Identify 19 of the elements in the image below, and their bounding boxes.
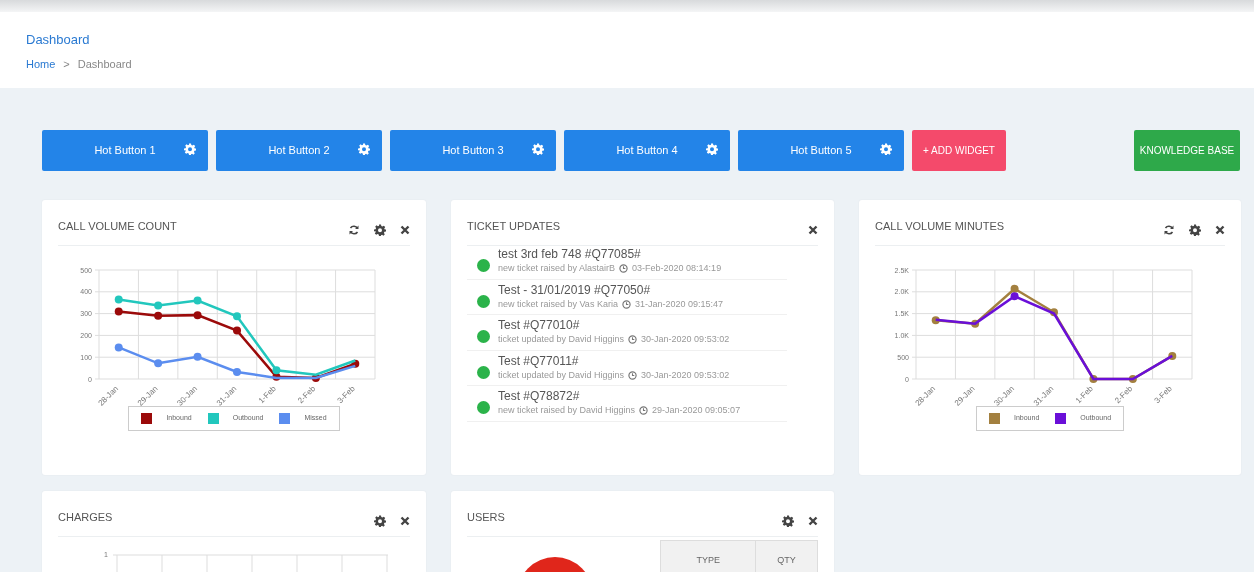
widget-title: CALL VOLUME COUNT	[58, 219, 177, 235]
table-header: TYPE	[660, 540, 756, 572]
ticket-time: 31-Jan-2020 09:15:47	[634, 297, 723, 311]
ticket-time: 03-Feb-2020 08:14:19	[632, 262, 722, 275]
ticket-description: ticket updated by David Higgins	[498, 333, 625, 346]
widget-title: USERS	[467, 510, 505, 526]
ticket-time: 30-Jan-2020 09:53:02	[641, 368, 730, 382]
ticket-time: 29-Jan-2020 09:05:07	[652, 404, 741, 417]
widget-title: CHARGES	[58, 510, 113, 526]
table-header: QTY	[755, 540, 818, 572]
ticket-time: 30-Jan-2020 09:53:02	[641, 333, 730, 346]
widget-title: TICKET UPDATES	[467, 219, 561, 235]
page-title: Dashboard	[26, 31, 91, 49]
ticket-description: new ticket raised by David Higgins	[498, 404, 636, 417]
ticket-description: new ticket raised by AlastairB	[498, 262, 616, 275]
breadcrumb-separator: >	[63, 56, 70, 72]
ticket-description: ticket updated by David Higgins	[498, 368, 625, 382]
ticket-description: new ticket raised by Vas Karia	[498, 297, 618, 311]
widget-title: CALL VOLUME MINUTES	[875, 219, 1005, 235]
